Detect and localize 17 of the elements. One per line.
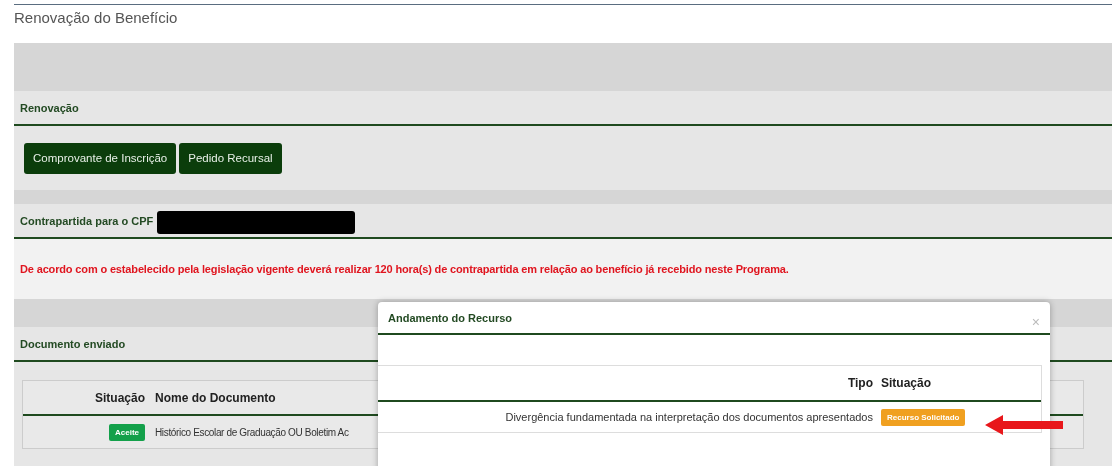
table-cell-text: Divergência fundamentada na interpretação dos documentos apresentados: [504, 411, 873, 423]
column-header: Situação: [94, 390, 145, 405]
notice-text: De acordo com o estabelecido pela legislação vigente deverá realizar 120 hora(s) de contrapartida em relação ao benefício já recebido neste Programa.: [20, 263, 789, 275]
section-title: Documento enviado: [20, 337, 126, 350]
arrow-icon: [985, 414, 1065, 436]
table-cell-text: Histórico Escolar de Graduação OU Boletim Ac: [154, 426, 349, 438]
action-button[interactable]: Comprovante de Inscrição: [24, 142, 177, 174]
modal-title: Andamento do Recurso: [388, 311, 513, 324]
action-button[interactable]: Pedido Recursal: [179, 142, 282, 174]
section-title: Renovação: [20, 101, 79, 114]
column-header: Nome do Documento: [154, 390, 276, 405]
status-badge: Recurso Solicitado: [881, 408, 966, 426]
column-header: Situação: [880, 376, 932, 390]
page-title: Renovação do Benefício: [14, 9, 178, 26]
status-badge: Aceite: [109, 423, 145, 441]
column-header: Tipo: [846, 376, 873, 390]
section-title: Contrapartida para o CPF: [20, 214, 154, 227]
